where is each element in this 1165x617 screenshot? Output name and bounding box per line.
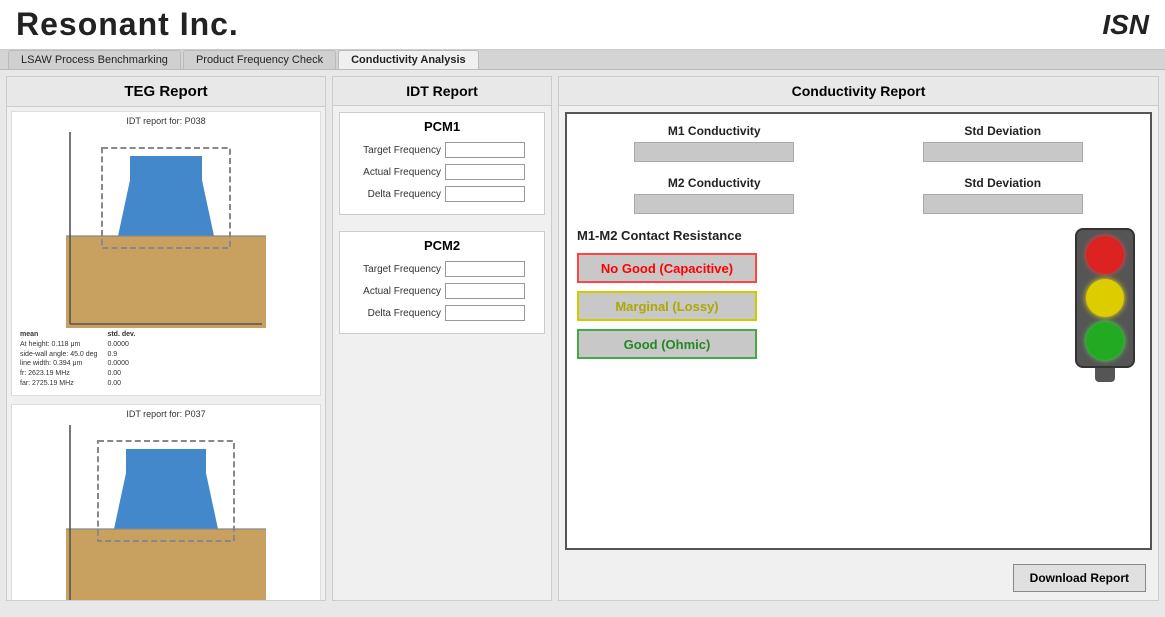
pcm2-target-label: Target Frequency <box>346 264 441 275</box>
idt-report-panel: IDT Report PCM1 Target Frequency Actual … <box>332 76 552 601</box>
pcm1-target-label: Target Frequency <box>346 145 441 156</box>
m2-conductivity-bar <box>634 194 794 214</box>
main-content: TEG Report IDT report for: P038 <box>0 70 1165 607</box>
chart2-svg <box>16 421 316 600</box>
contact-title: M1-M2 Contact Resistance <box>577 228 1050 243</box>
brand-label: ISN <box>1102 9 1149 41</box>
pcm1-actual-input[interactable] <box>445 164 525 180</box>
traffic-light-red <box>1086 236 1124 274</box>
pcm2-actual-input[interactable] <box>445 283 525 299</box>
pcm2-target-row: Target Frequency <box>346 261 538 277</box>
company-title: Resonant Inc. <box>16 6 239 43</box>
m1-std-label: Std Deviation <box>964 124 1041 138</box>
no-good-button[interactable]: No Good (Capacitive) <box>577 253 757 283</box>
pcm2-delta-input[interactable] <box>445 305 525 321</box>
teg-report-title: TEG Report <box>7 77 325 107</box>
m1-std-item: Std Deviation <box>866 124 1141 162</box>
teg-report-panel: TEG Report IDT report for: P038 <box>6 76 326 601</box>
conductivity-inner: M1 Conductivity Std Deviation M2 Conduct… <box>565 112 1152 550</box>
traffic-light-base <box>1095 368 1115 382</box>
pcm2-delta-label: Delta Frequency <box>346 308 441 319</box>
good-button[interactable]: Good (Ohmic) <box>577 329 757 359</box>
pcm1-actual-row: Actual Frequency <box>346 164 538 180</box>
traffic-light-green <box>1086 322 1124 360</box>
pcm2-target-input[interactable] <box>445 261 525 277</box>
pcm1-target-input[interactable] <box>445 142 525 158</box>
pcm1-section: PCM1 Target Frequency Actual Frequency D… <box>339 112 545 215</box>
pcm2-title: PCM2 <box>346 238 538 253</box>
chart1-stats: mean At height: 0.118 μm side-wall angle… <box>16 328 316 391</box>
pcm1-delta-input[interactable] <box>445 186 525 202</box>
pcm2-delta-row: Delta Frequency <box>346 305 538 321</box>
conductivity-report-panel: Conductivity Report M1 Conductivity Std … <box>558 76 1159 601</box>
download-report-button[interactable]: Download Report <box>1013 564 1146 592</box>
pcm1-delta-row: Delta Frequency <box>346 186 538 202</box>
pcm1-actual-label: Actual Frequency <box>346 167 441 178</box>
m2-row: M2 Conductivity Std Deviation <box>577 176 1140 214</box>
pcm2-actual-label: Actual Frequency <box>346 286 441 297</box>
m1-std-bar <box>923 142 1083 162</box>
m2-conductivity-label: M2 Conductivity <box>668 176 761 190</box>
good-label: Good (Ohmic) <box>624 337 711 352</box>
tab-bar: LSAW Process Benchmarking Product Freque… <box>0 50 1165 70</box>
m2-std-label: Std Deviation <box>964 176 1041 190</box>
m2-std-item: Std Deviation <box>866 176 1141 214</box>
traffic-light <box>1070 228 1140 382</box>
pcm2-actual-row: Actual Frequency <box>346 283 538 299</box>
tab-product-freq[interactable]: Product Frequency Check <box>183 50 336 69</box>
traffic-light-body <box>1075 228 1135 368</box>
tab-lsaw[interactable]: LSAW Process Benchmarking <box>8 50 181 69</box>
pcm2-section: PCM2 Target Frequency Actual Frequency D… <box>339 231 545 334</box>
m2-conductivity-item: M2 Conductivity <box>577 176 852 214</box>
pcm1-target-row: Target Frequency <box>346 142 538 158</box>
m1-conductivity-item: M1 Conductivity <box>577 124 852 162</box>
contact-resistance-section: M1-M2 Contact Resistance No Good (Capaci… <box>577 228 1140 382</box>
m1-conductivity-label: M1 Conductivity <box>668 124 761 138</box>
idt-report-title: IDT Report <box>333 77 551 106</box>
pcm1-delta-label: Delta Frequency <box>346 189 441 200</box>
chart2-title: IDT report for: P037 <box>16 409 316 419</box>
conductivity-report-title: Conductivity Report <box>559 77 1158 106</box>
m1-conductivity-bar <box>634 142 794 162</box>
download-area: Download Report <box>559 556 1158 600</box>
marginal-button[interactable]: Marginal (Lossy) <box>577 291 757 321</box>
m2-std-bar <box>923 194 1083 214</box>
chart1-title: IDT report for: P038 <box>16 116 316 126</box>
chart1-svg <box>16 128 316 328</box>
traffic-light-yellow <box>1086 279 1124 317</box>
no-good-label: No Good (Capacitive) <box>601 261 733 276</box>
pcm1-title: PCM1 <box>346 119 538 134</box>
marginal-label: Marginal (Lossy) <box>615 299 718 314</box>
tab-conductivity[interactable]: Conductivity Analysis <box>338 50 479 69</box>
header: Resonant Inc. ISN <box>0 0 1165 50</box>
m1-row: M1 Conductivity Std Deviation <box>577 124 1140 162</box>
contact-left: M1-M2 Contact Resistance No Good (Capaci… <box>577 228 1050 382</box>
